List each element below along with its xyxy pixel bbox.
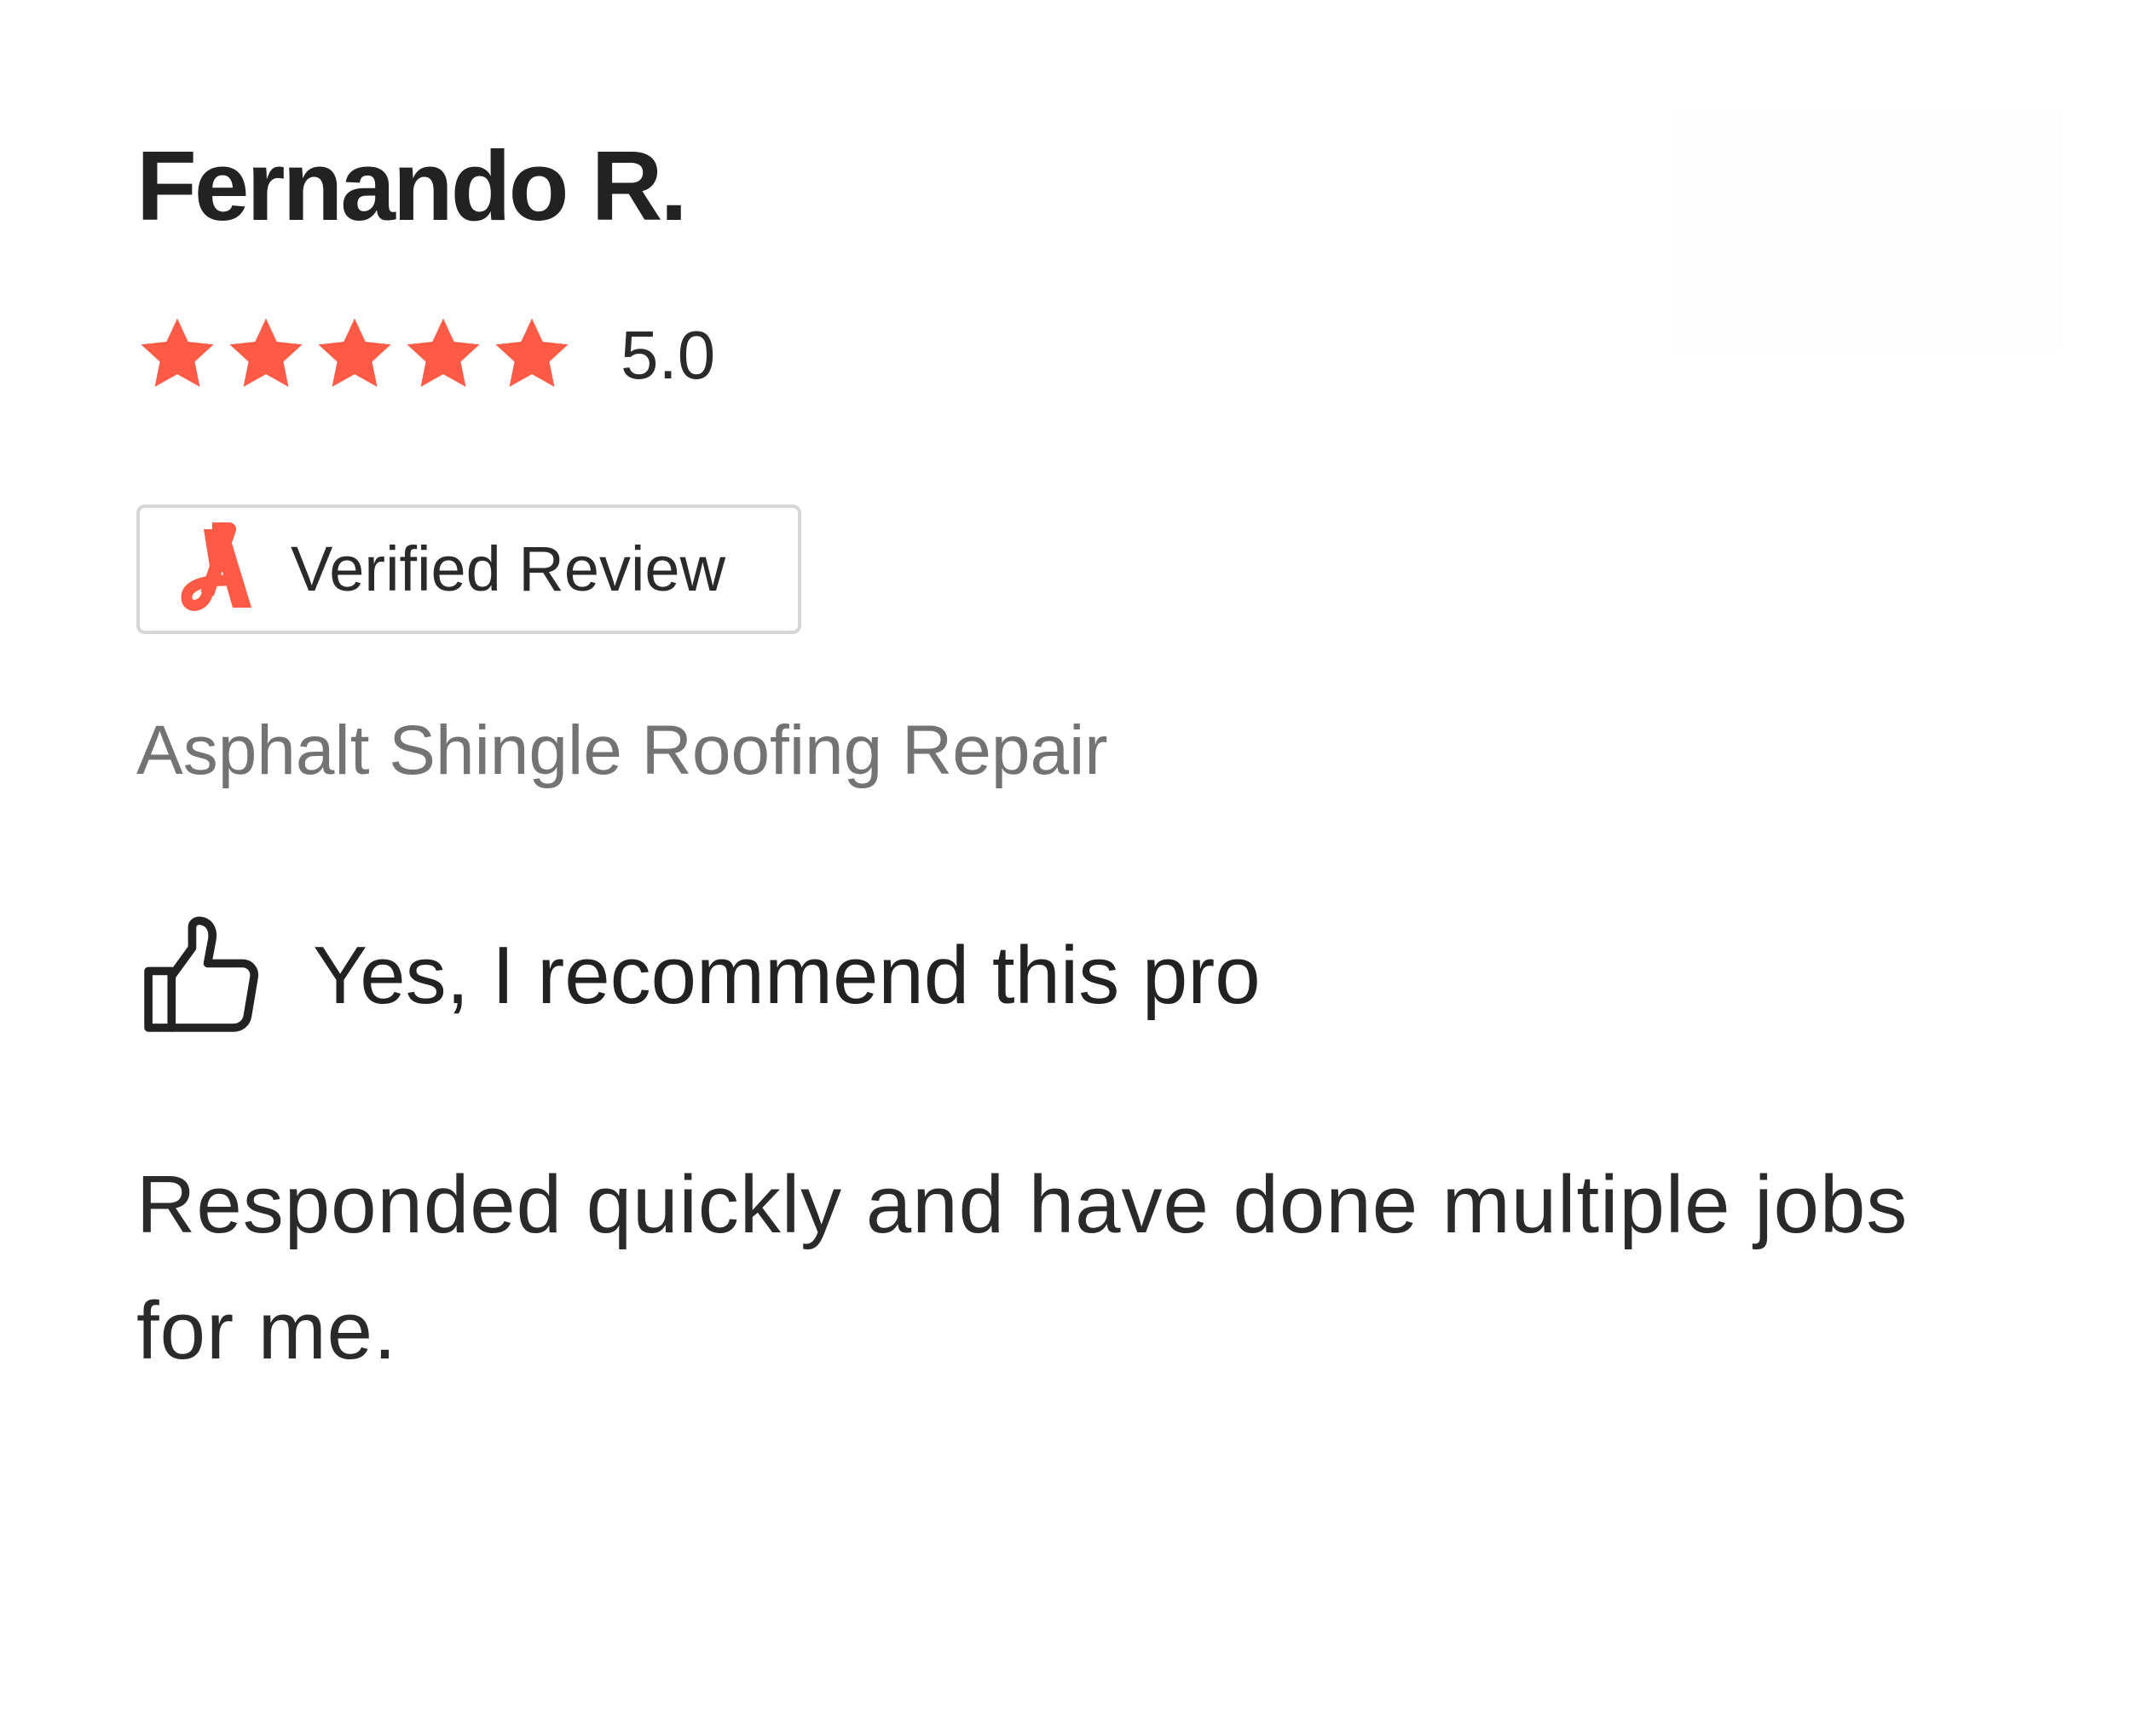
star-icon: [495, 318, 569, 387]
verified-review-label: Verified Review: [291, 533, 726, 604]
reviewer-name: Fernando R.: [136, 130, 688, 241]
verified-review-badge: Verified Review: [136, 505, 801, 634]
star-icon: [407, 318, 480, 387]
star-rating: [135, 313, 578, 398]
angi-logo-icon: [181, 522, 251, 611]
star-icon: [141, 318, 214, 387]
rating-value: 5.0: [621, 317, 716, 393]
star-icon: [318, 318, 391, 387]
recommendation-text: Yes, I recommend this pro: [313, 930, 1261, 1021]
service-name: Asphalt Shingle Roofing Repair: [136, 712, 1108, 789]
blank-area: [1671, 111, 2063, 349]
review-body: Responded quickly and have done multiple…: [136, 1159, 1909, 1376]
rating-row: 5.0: [135, 309, 715, 402]
star-icon: [229, 318, 303, 387]
thumbs-up-icon: [144, 916, 258, 1032]
review-card: Fernando R. 5.0 Verified Review Asphalt …: [0, 0, 2131, 1736]
recommendation-row: Yes, I recommend this pro: [138, 912, 1261, 1040]
